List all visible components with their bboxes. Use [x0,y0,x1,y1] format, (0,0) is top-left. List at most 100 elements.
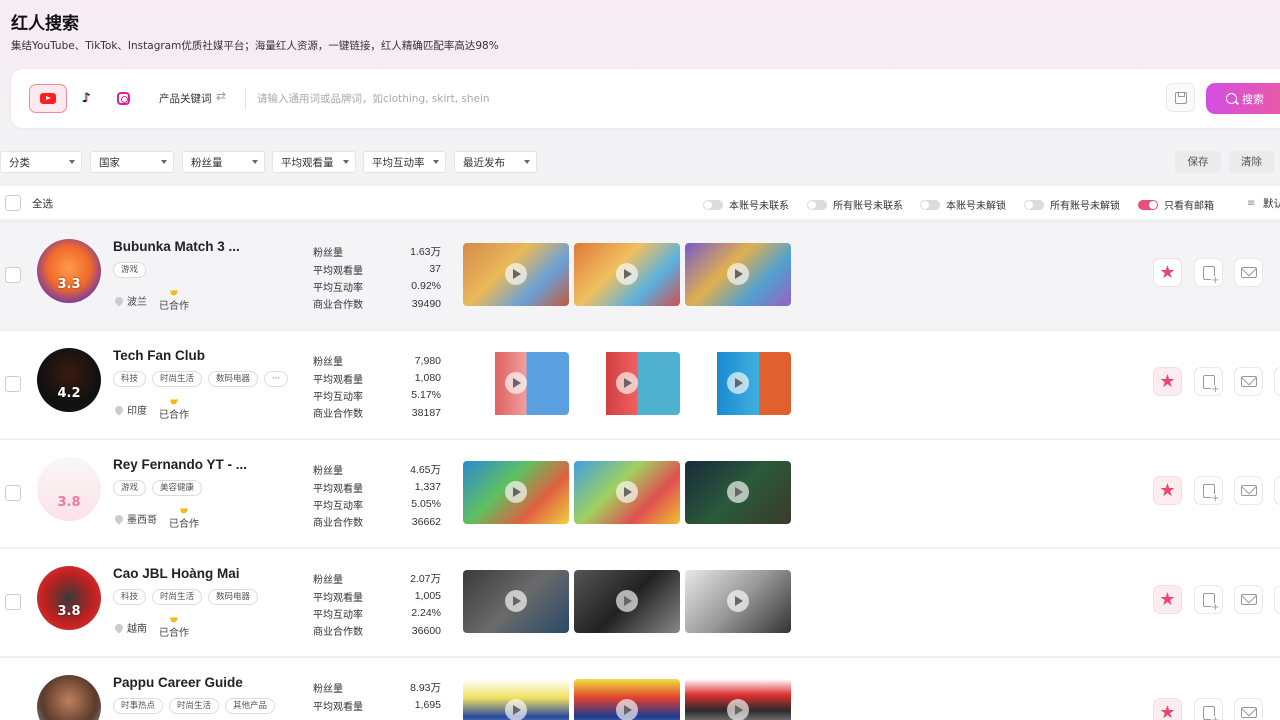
video-thumbnail[interactable] [574,570,680,633]
favorite-button[interactable]: ★ [1153,367,1182,396]
collab-status: 🤝 已合作 [159,616,189,639]
save-search-button[interactable] [1166,83,1195,112]
table-row[interactable]: 3.8 Cao JBL Hoàng Mai 科技 时尚生活 数码电器 越南 🤝 已合作… [0,548,1280,656]
save-filter-button[interactable]: 保存 [1175,151,1221,173]
video-thumbnail[interactable] [463,243,569,306]
tag: 时事热点 [113,698,164,714]
filter-country[interactable]: 国家 [90,151,174,173]
video-thumbnail[interactable] [685,570,791,633]
video-thumbnail[interactable] [463,570,569,633]
filter-category[interactable]: 分类 [0,151,82,173]
influencer-name[interactable]: Cao JBL Hoàng Mai [113,566,240,581]
page-title: 红人搜索 [11,14,79,34]
add-to-list-button[interactable] [1194,476,1223,505]
favorite-button[interactable]: ★ [1153,258,1182,287]
clear-filter-button[interactable]: 清除 [1229,151,1274,173]
toggle-switch[interactable] [920,199,940,210]
video-thumbnail[interactable] [463,352,569,415]
filter-avg-views[interactable]: 平均观看量 [272,151,356,173]
email-button[interactable] [1234,585,1263,614]
video-thumbnail[interactable] [574,243,680,306]
influencer-name[interactable]: Tech Fan Club [113,348,205,363]
table-row[interactable]: 3.3 Bubunka Match 3 ... 游戏 波兰 🤝 已合作 粉丝量 1.… [0,221,1280,329]
video-thumbnail[interactable] [685,352,791,415]
toggle-switch[interactable] [1024,199,1044,210]
filter-recent-post[interactable]: 最近发布 [454,151,537,173]
video-thumbnail[interactable] [685,243,791,306]
filter-engagement[interactable]: 平均互动率 [363,151,446,173]
toggle-locked-all-accounts[interactable]: 所有账号未解锁 [1024,197,1120,212]
search-mode-label[interactable]: 产品关键词 [159,91,212,106]
select-all-checkbox[interactable] [5,195,21,211]
platform-instagram-tab[interactable] [104,84,142,113]
location-pin-icon [113,294,125,307]
toggle-unlinked-all-accounts[interactable]: 所有账号未联系 [807,197,903,212]
sort-icon[interactable]: ≡ [1247,198,1255,209]
row-checkbox[interactable] [5,267,21,283]
video-thumbnail[interactable] [574,679,680,720]
collab-status: 🤝 已合作 [159,289,189,312]
table-row[interactable]: 3.8 Rey Fernando YT - ... 游戏 美容健康 墨西哥 🤝 已合… [0,439,1280,547]
favorite-button[interactable]: ★ [1153,698,1182,720]
table-row[interactable]: 4.2 Tech Fan Club 科技 时尚生活 数码电器 ··· 印度 🤝 已合作 … [0,330,1280,438]
favorite-button[interactable]: ★ [1153,476,1182,505]
more-tags-button[interactable]: ··· [264,371,289,387]
page-subtitle: 集结YouTube、TikTok、Instagram优质社媒平台；海量红人资源，… [11,40,499,52]
chevron-down-icon [524,160,530,164]
location: 墨西哥 [113,511,157,526]
influencer-name[interactable]: Bubunka Match 3 ... [113,239,240,254]
influencer-name[interactable]: Pappu Career Guide [113,675,243,690]
more-actions-button[interactable] [1274,585,1280,614]
sort-select[interactable]: 默认 [1263,196,1280,211]
score-badge: 4.2 [57,386,81,401]
row-checkbox[interactable] [5,376,21,392]
video-thumbnail[interactable] [685,461,791,524]
tag: 游戏 [113,480,147,496]
email-button[interactable] [1234,258,1263,287]
toggle-unlinked-this-account[interactable]: 本账号未联系 [703,197,789,212]
add-to-list-button[interactable] [1194,585,1223,614]
play-icon [727,699,749,720]
search-button[interactable]: 搜索 [1206,83,1280,114]
toggle-locked-this-account[interactable]: 本账号未解锁 [920,197,1006,212]
avatar[interactable]: 3.8 [37,566,101,630]
email-button[interactable] [1234,367,1263,396]
toggle-switch[interactable] [807,199,827,210]
toggle-has-email-only[interactable]: 只看有邮箱 [1138,197,1214,212]
add-to-list-button[interactable] [1194,367,1223,396]
platform-tiktok-tab[interactable]: ♪ [67,84,105,113]
more-actions-button[interactable] [1274,476,1280,505]
video-thumbnail[interactable] [463,461,569,524]
row-checkbox[interactable] [5,485,21,501]
avatar[interactable]: 3.3 [37,239,101,303]
youtube-icon [40,93,56,104]
filter-followers[interactable]: 粉丝量 [182,151,265,173]
toggle-switch[interactable] [703,199,723,210]
avatar[interactable]: 4.2 [37,348,101,412]
select-all-label[interactable]: 全选 [32,196,53,211]
add-to-list-button[interactable] [1194,698,1223,720]
avatar[interactable]: 3.8 [37,457,101,521]
more-actions-button[interactable] [1274,367,1280,396]
add-list-icon [1202,374,1220,394]
video-thumbnail[interactable] [574,461,680,524]
tag: 数码电器 [208,589,259,605]
swap-icon[interactable]: ⇄ [216,89,226,103]
search-input[interactable] [257,85,1137,113]
video-thumbnail[interactable] [463,679,569,720]
video-thumbnail[interactable] [574,352,680,415]
platform-youtube-tab[interactable] [29,84,67,113]
video-thumbnail[interactable] [685,679,791,720]
email-button[interactable] [1234,698,1263,720]
table-row[interactable]: Pappu Career Guide 时事热点 时尚生活 其他产品 粉丝量 8.93万… [0,657,1280,720]
toggle-switch[interactable] [1138,199,1158,210]
email-button[interactable] [1234,476,1263,505]
tag: 科技 [113,371,147,387]
row-checkbox[interactable] [5,594,21,610]
influencer-name[interactable]: Rey Fernando YT - ... [113,457,247,472]
favorite-button[interactable]: ★ [1153,585,1182,614]
add-to-list-button[interactable] [1194,258,1223,287]
location-pin-icon [113,403,125,416]
avatar[interactable] [37,675,101,720]
play-icon [616,590,638,612]
